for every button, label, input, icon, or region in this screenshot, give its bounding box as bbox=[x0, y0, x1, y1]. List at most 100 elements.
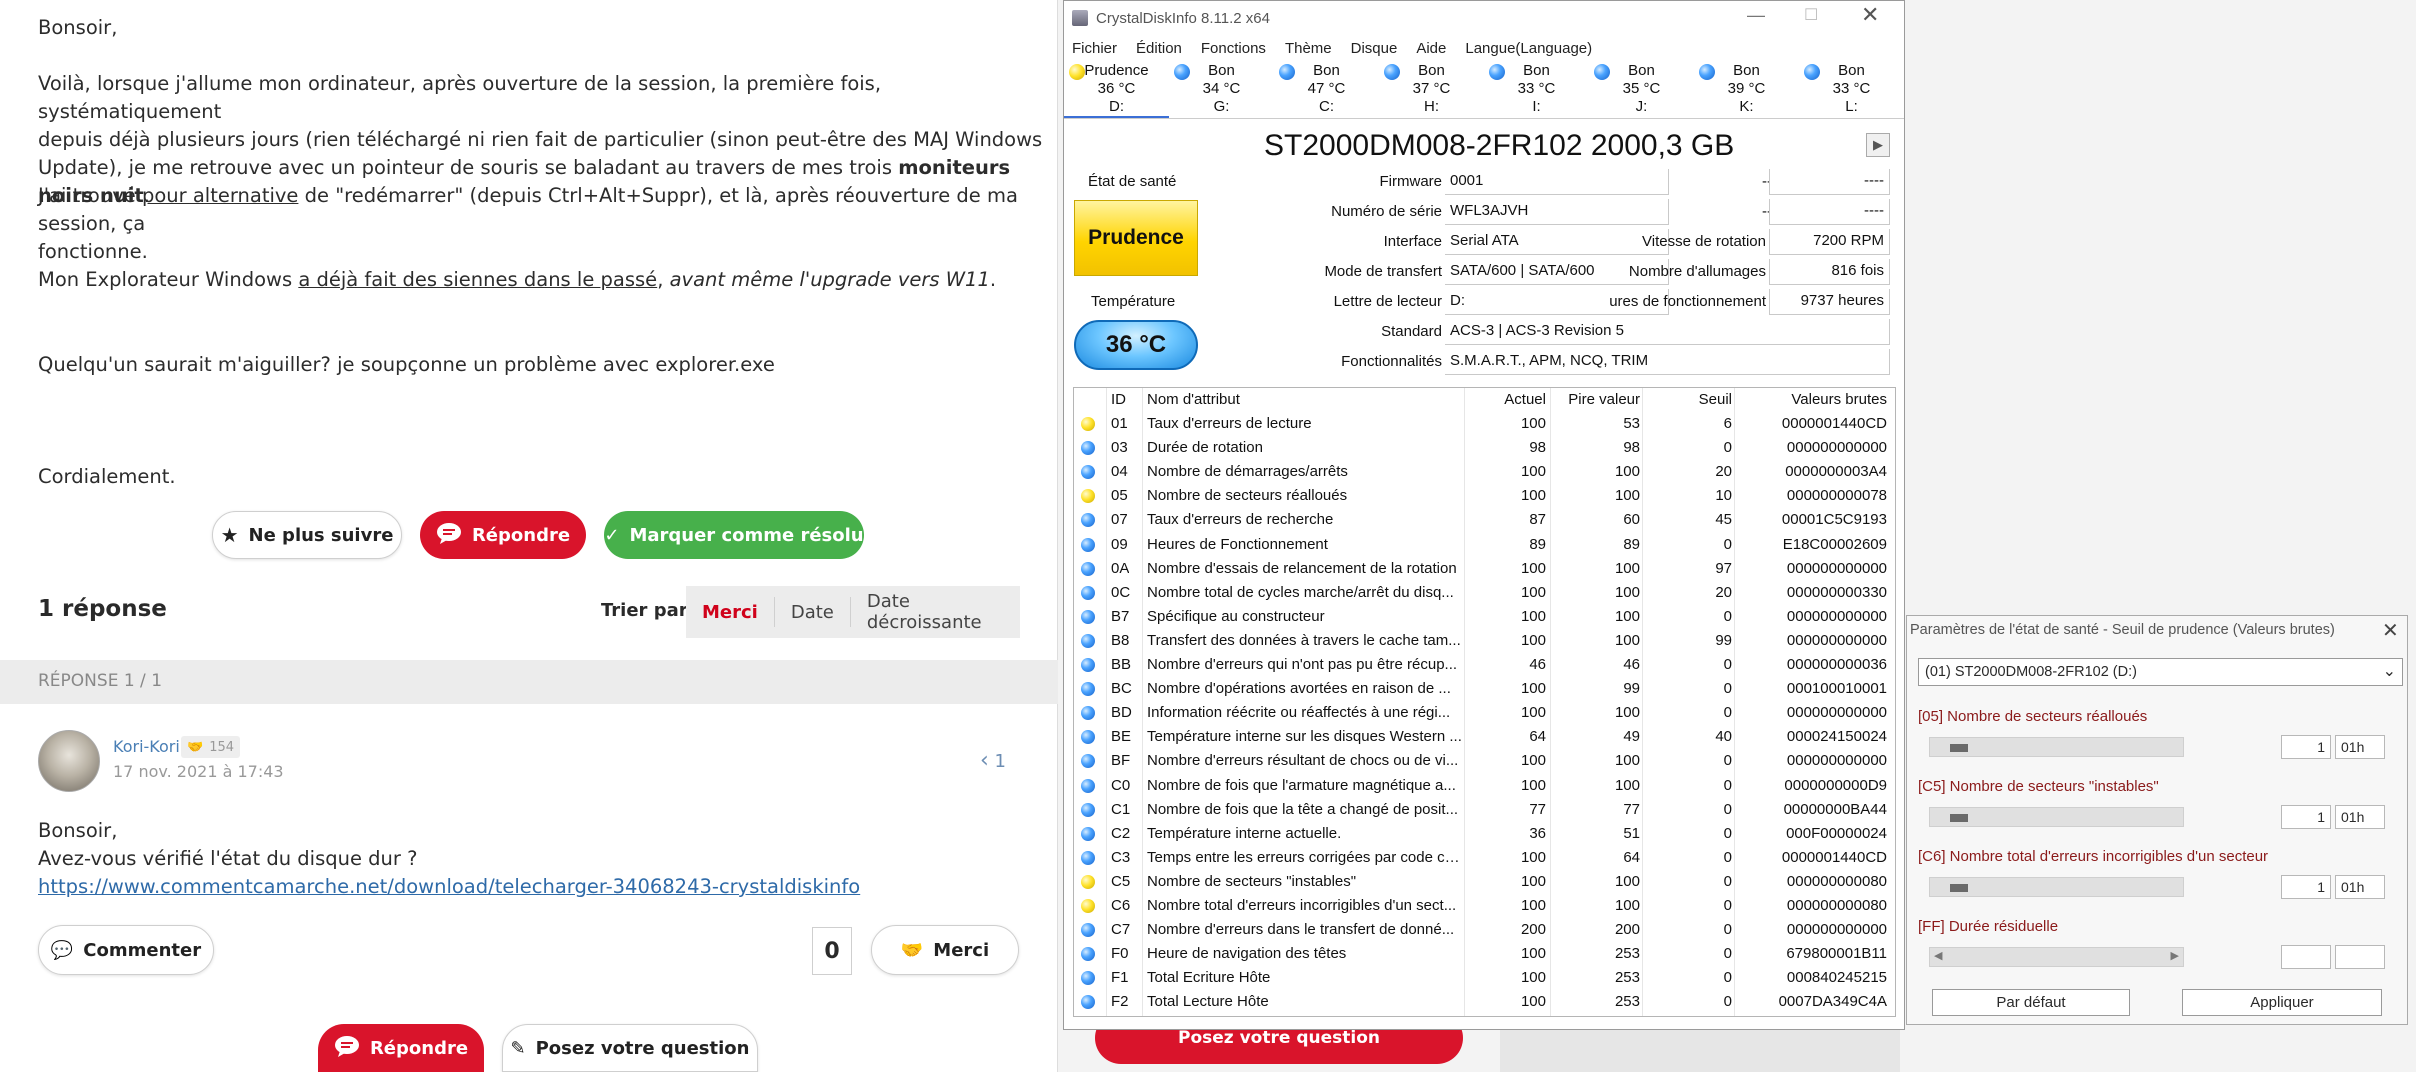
menu-item[interactable]: Langue(Language) bbox=[1465, 40, 1592, 57]
drive-tab[interactable]: Bon 39 °C K: bbox=[1694, 59, 1799, 118]
menu-item[interactable]: Thème bbox=[1285, 40, 1332, 57]
smart-attributes-table[interactable]: ID Nom d'attribut Actuel Pire valeur Seu… bbox=[1073, 387, 1896, 1017]
menu-item[interactable]: Aide bbox=[1416, 40, 1446, 57]
status-dot-icon bbox=[1081, 417, 1095, 431]
slider-thumb[interactable] bbox=[1950, 814, 1968, 822]
table-row[interactable]: 0C Nombre total de cycles marche/arrêt du… bbox=[1074, 581, 1895, 605]
menu-item[interactable]: Édition bbox=[1136, 40, 1182, 57]
column-header[interactable]: Valeurs brutes bbox=[1736, 391, 1887, 408]
next-disk-button[interactable]: ▶ bbox=[1866, 133, 1890, 157]
table-row[interactable]: C1 Nombre de fois que la tête a changé de… bbox=[1074, 798, 1895, 822]
threshold-hex-input[interactable]: 01h bbox=[2335, 805, 2385, 829]
mark-resolved-button[interactable]: ✓ Marquer comme résolu bbox=[604, 511, 864, 559]
table-row[interactable]: C3 Temps entre les erreurs corrigées par … bbox=[1074, 846, 1895, 870]
slider-thumb[interactable] bbox=[1950, 884, 1968, 892]
cell-thr: 6 bbox=[1723, 415, 1732, 432]
default-button[interactable]: Par défaut bbox=[1932, 989, 2130, 1016]
table-row[interactable]: BD Information réécrite ou réaffectés à u… bbox=[1074, 701, 1895, 725]
menu-item[interactable]: Fonctions bbox=[1201, 40, 1266, 57]
threshold-slider[interactable] bbox=[1929, 737, 2184, 757]
drive-tab-temp: 34 °C bbox=[1202, 80, 1241, 97]
threshold-value-input[interactable]: 1 bbox=[2281, 735, 2331, 759]
cell-name: Température interne sur les disques West… bbox=[1147, 728, 1462, 746]
menu-item[interactable]: Disque bbox=[1351, 40, 1398, 57]
threshold-value-input[interactable]: 1 bbox=[2281, 875, 2331, 899]
threshold-slider[interactable]: ◀ ▶ bbox=[1929, 947, 2184, 967]
table-row[interactable]: F0 Heure de navigation des têtes 100 253 0 67… bbox=[1074, 942, 1895, 966]
reply-button[interactable]: Répondre bbox=[420, 511, 586, 559]
drive-select[interactable]: (01) ST2000DM008-2FR102 (D:) ⌄ bbox=[1918, 658, 2403, 686]
table-row[interactable]: F2 Total Lecture Hôte 100 253 0 0007DA349C4A bbox=[1074, 990, 1895, 1014]
table-row[interactable]: C5 Nombre de secteurs "instables" 100 100 0 0… bbox=[1074, 870, 1895, 894]
post-link[interactable]: a déjà fait des siennes dans le passé bbox=[298, 268, 657, 291]
cell-raw: 0007DA349C4A bbox=[1778, 993, 1887, 1011]
table-row[interactable]: BB Nombre d'erreurs qui n'ont pas pu être… bbox=[1074, 653, 1895, 677]
reply-permalink[interactable]: ‹ 1 bbox=[980, 748, 1006, 773]
threshold-hex-input[interactable] bbox=[2335, 945, 2385, 969]
author-name[interactable]: Kori-Kori bbox=[113, 737, 180, 756]
post-link[interactable]: pour alternative bbox=[142, 184, 298, 207]
table-row[interactable]: BE Température interne sur les disques We… bbox=[1074, 725, 1895, 749]
comment-button[interactable]: 💬 Commenter bbox=[38, 925, 214, 975]
column-header[interactable]: Pire valeur bbox=[1552, 391, 1640, 408]
table-row[interactable]: B8 Transfert des données à travers le cac… bbox=[1074, 629, 1895, 653]
table-row[interactable]: 05 Nombre de secteurs réalloués 100 100 10 00… bbox=[1074, 484, 1895, 508]
sort-option-thanks[interactable]: Merci bbox=[686, 597, 775, 627]
status-dot-icon bbox=[1489, 64, 1505, 80]
slider-thumb[interactable] bbox=[1950, 744, 1968, 752]
sort-option-date-desc[interactable]: Date décroissante bbox=[851, 591, 1020, 633]
menu-item[interactable]: Fichier bbox=[1072, 40, 1117, 57]
table-row[interactable]: C7 Nombre d'erreurs dans le transfert de … bbox=[1074, 918, 1895, 942]
table-row[interactable]: BC Nombre d'opérations avortées en raison… bbox=[1074, 677, 1895, 701]
drive-tab[interactable]: Bon 33 °C L: bbox=[1799, 59, 1904, 118]
threshold-value-input[interactable]: 1 bbox=[2281, 805, 2331, 829]
column-header[interactable]: ID bbox=[1111, 391, 1126, 408]
column-header[interactable]: Nom d'attribut bbox=[1147, 391, 1463, 408]
ask-question-button[interactable]: ✎ Posez votre question bbox=[502, 1024, 758, 1072]
drive-tab[interactable]: Bon 47 °C C: bbox=[1274, 59, 1379, 118]
status-dot-icon bbox=[1279, 64, 1295, 80]
column-header[interactable]: Seuil bbox=[1646, 391, 1732, 408]
threshold-slider[interactable] bbox=[1929, 807, 2184, 827]
arrow-right-icon[interactable]: ▶ bbox=[2171, 949, 2179, 962]
bottom-reply-button[interactable]: Répondre bbox=[318, 1024, 484, 1072]
close-icon[interactable]: ✕ bbox=[2382, 618, 2399, 643]
table-row[interactable]: B7 Spécifique au constructeur 100 100 0 00000… bbox=[1074, 605, 1895, 629]
close-icon[interactable]: ✕ bbox=[1861, 2, 1879, 28]
threshold-value-input[interactable] bbox=[2281, 945, 2331, 969]
minimize-icon[interactable]: — bbox=[1747, 5, 1765, 26]
mark-resolved-label: Marquer comme résolu bbox=[629, 524, 864, 546]
table-row[interactable]: 07 Taux d'erreurs de recherche 87 60 45 00001… bbox=[1074, 508, 1895, 532]
table-row[interactable]: 04 Nombre de démarrages/arrêts 100 100 20 000… bbox=[1074, 460, 1895, 484]
drive-tab[interactable]: Bon 35 °C J: bbox=[1589, 59, 1694, 118]
unfollow-button[interactable]: ★ Ne plus suivre bbox=[212, 511, 402, 559]
drive-tab[interactable]: Bon 34 °C G: bbox=[1169, 59, 1274, 118]
arrow-left-icon[interactable]: ◀ bbox=[1934, 949, 1942, 962]
sort-option-date[interactable]: Date bbox=[775, 597, 851, 627]
table-row[interactable]: F1 Total Ecriture Hôte 100 253 0 000840245215 bbox=[1074, 966, 1895, 990]
threshold-hex-input[interactable]: 01h bbox=[2335, 735, 2385, 759]
avatar[interactable] bbox=[38, 730, 100, 792]
table-row[interactable]: BF Nombre d'erreurs résultant de chocs ou… bbox=[1074, 749, 1895, 773]
reply-label: Répondre bbox=[471, 524, 571, 546]
table-row[interactable]: C2 Température interne actuelle. 36 51 0 000F… bbox=[1074, 822, 1895, 846]
crystaldiskinfo-link[interactable]: https://www.commentcamarche.net/download… bbox=[38, 873, 860, 901]
table-row[interactable]: C0 Nombre de fois que l'armature magnétiq… bbox=[1074, 774, 1895, 798]
apply-button[interactable]: Appliquer bbox=[2182, 989, 2382, 1016]
table-row[interactable]: 01 Taux d'erreurs de lecture 100 53 6 0000001… bbox=[1074, 412, 1895, 436]
drive-tab[interactable]: Bon 33 °C I: bbox=[1484, 59, 1589, 118]
cell-name: Nombre d'erreurs qui n'ont pas pu être r… bbox=[1147, 656, 1458, 673]
drive-tab[interactable]: Prudence 36 °C D: bbox=[1064, 59, 1169, 118]
table-row[interactable]: 09 Heures de Fonctionnement 89 89 0 E18C00002… bbox=[1074, 533, 1895, 557]
maximize-icon[interactable]: ☐ bbox=[1804, 5, 1818, 25]
drive-tab[interactable]: Bon 37 °C H: bbox=[1379, 59, 1484, 118]
thanks-button[interactable]: 🤝 Merci bbox=[871, 925, 1019, 975]
cell-worst: 89 bbox=[1623, 535, 1640, 553]
column-header[interactable]: Actuel bbox=[1466, 391, 1546, 408]
table-row[interactable]: C6 Nombre total d'erreurs incorrigibles d… bbox=[1074, 894, 1895, 918]
table-row[interactable]: 03 Durée de rotation 98 98 0 000000000000 bbox=[1074, 436, 1895, 460]
check-icon: ✓ bbox=[604, 524, 620, 546]
threshold-hex-input[interactable]: 01h bbox=[2335, 875, 2385, 899]
table-row[interactable]: 0A Nombre d'essais de relancement de la r… bbox=[1074, 557, 1895, 581]
threshold-slider[interactable] bbox=[1929, 877, 2184, 897]
